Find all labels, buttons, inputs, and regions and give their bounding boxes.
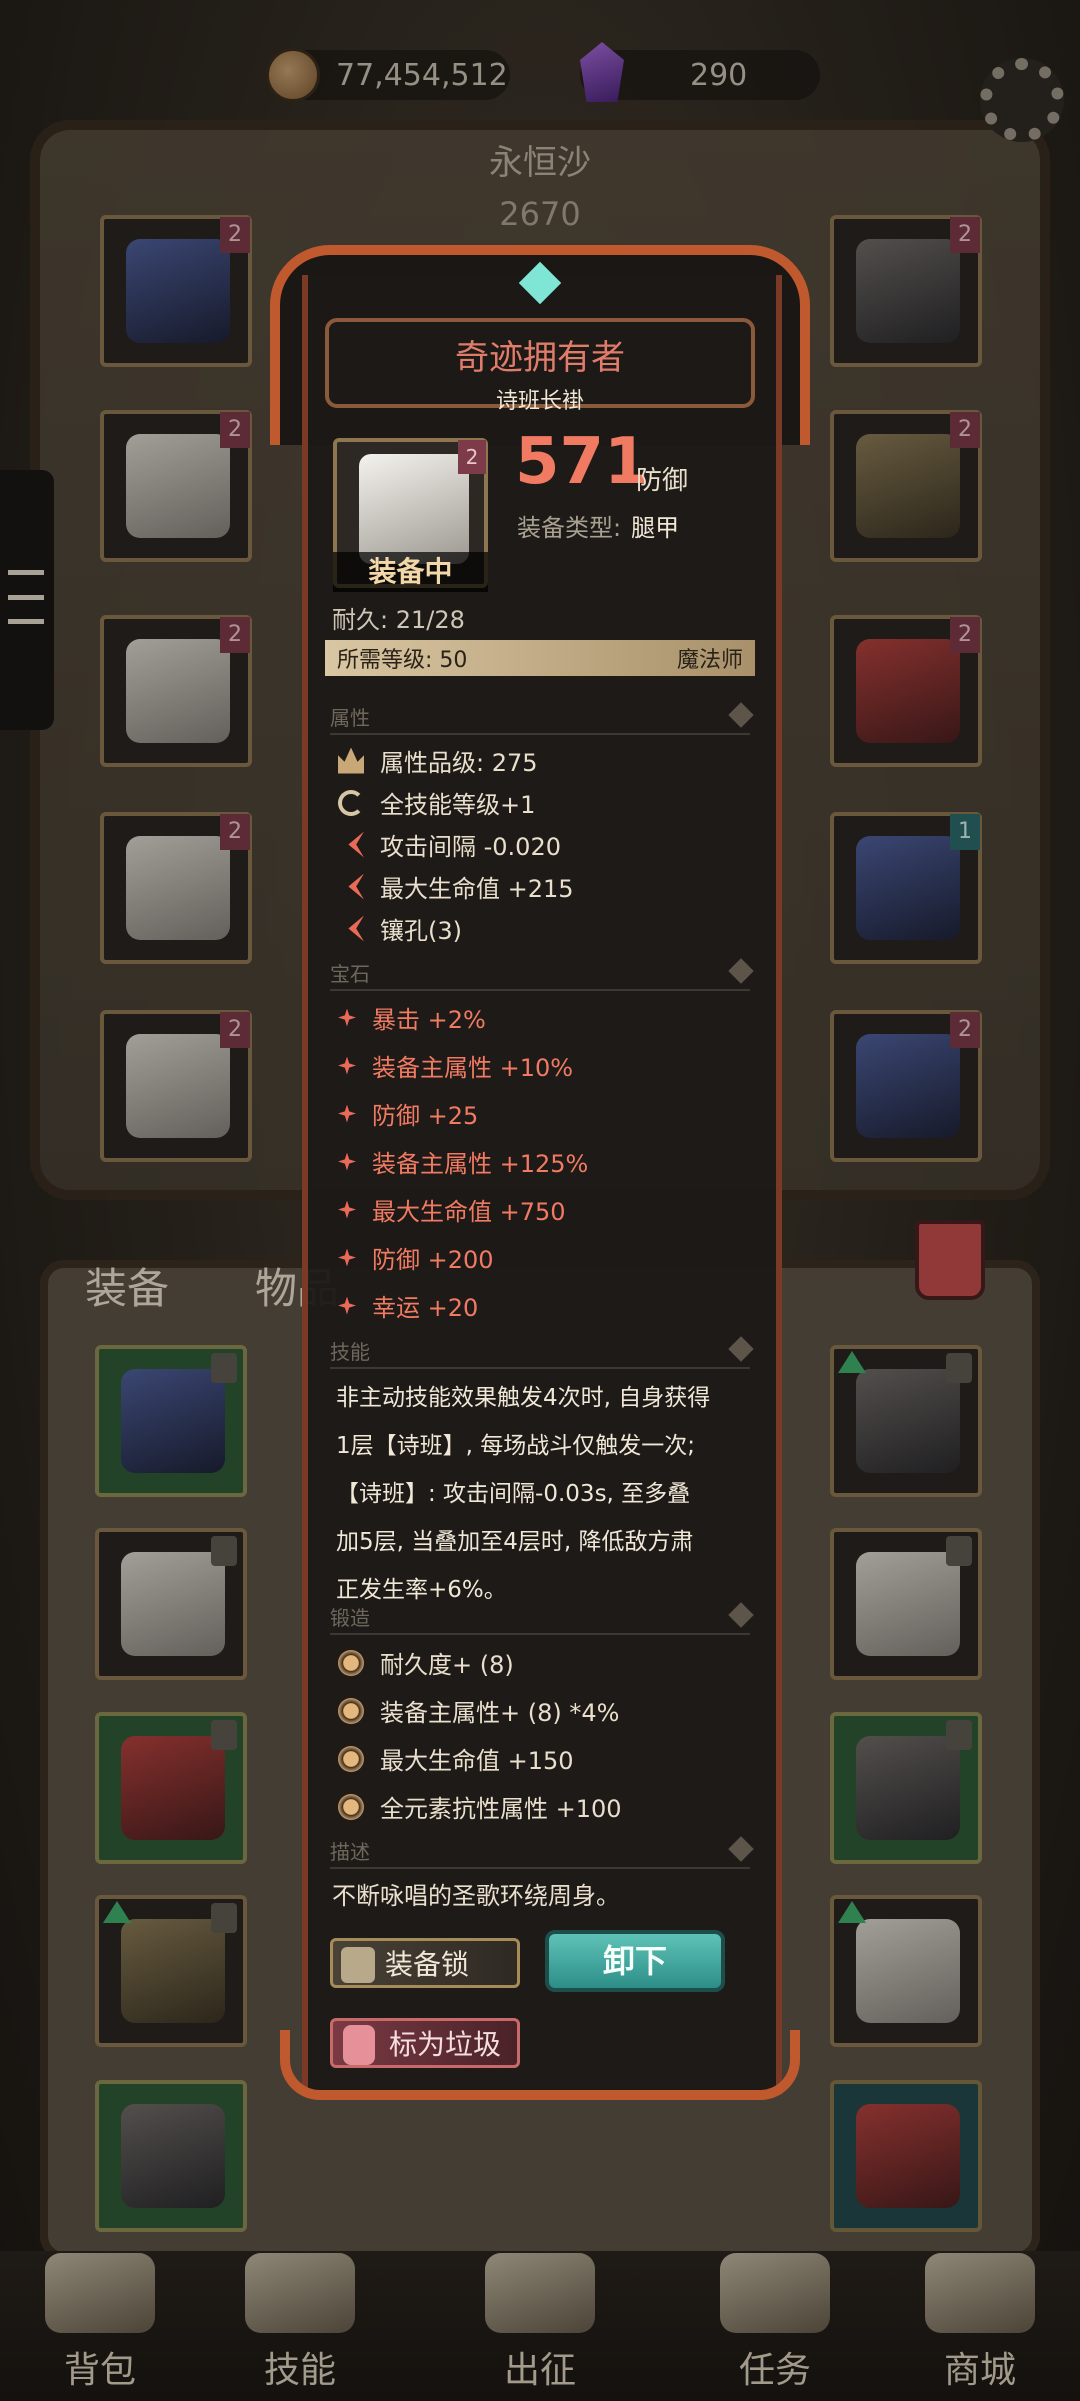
gem-row: 防御 +200	[338, 1240, 494, 1275]
equip-type: 装备类型: 腿甲	[517, 514, 680, 542]
item-name: 诗班长褂	[495, 389, 584, 414]
equip-lock-button[interactable]: 装备锁	[330, 1938, 520, 1988]
crown-icon	[338, 747, 364, 774]
forge-dot-icon	[338, 1745, 364, 1772]
star-icon	[338, 1296, 356, 1315]
section-skills: 技能	[330, 1336, 750, 1369]
durability: 耐久: 21/28	[332, 606, 465, 634]
section-description: 描述	[330, 1836, 750, 1869]
required-class: 魔法师	[676, 648, 743, 673]
leg-armor-icon	[359, 454, 469, 564]
junk-tag-icon	[343, 2025, 375, 2065]
forge-row: 最大生命值 +150	[338, 1741, 574, 1776]
arrow-icon	[348, 831, 364, 858]
item-tier-badge: 2	[458, 440, 486, 474]
star-icon	[338, 1104, 356, 1123]
mark-junk-button[interactable]: 标为垃圾	[330, 2018, 520, 2068]
section-forge: 锻造	[330, 1602, 750, 1635]
star-icon	[338, 1056, 356, 1075]
defense-value: 571	[515, 425, 649, 499]
forge-dot-icon	[338, 1697, 364, 1724]
item-flavor-text: 不断咏唱的圣歌环绕周身。	[332, 1882, 620, 1910]
requirement-bar: 所需等级: 50 魔法师	[325, 640, 755, 676]
gem-row: 幸运 +20	[338, 1288, 478, 1323]
defense-label: 防御	[636, 466, 689, 496]
attr-row: 属性品级: 275	[338, 743, 538, 778]
gem-row: 暴击 +2%	[338, 1000, 486, 1035]
section-attributes: 属性	[330, 702, 750, 735]
attr-row: 全技能等级+1	[338, 785, 535, 820]
padlock-icon	[341, 1947, 375, 1983]
gem-row: 最大生命值 +750	[338, 1192, 566, 1227]
star-icon	[338, 1200, 356, 1219]
forge-dot-icon	[338, 1649, 364, 1676]
gem-row: 防御 +25	[338, 1096, 478, 1131]
star-icon	[338, 1248, 356, 1267]
required-level: 所需等级: 50	[337, 648, 468, 673]
gem-row: 装备主属性 +10%	[338, 1048, 573, 1083]
forge-row: 装备主属性+ (8) *4%	[338, 1693, 619, 1728]
item-title: 奇迹拥有者	[455, 338, 625, 378]
forge-row: 全元素抗性属性 +100	[338, 1789, 622, 1824]
unequip-button[interactable]: 卸下	[545, 1930, 725, 1992]
star-icon	[338, 1008, 356, 1027]
attr-row: 攻击间隔 -0.020	[338, 827, 561, 862]
gem-row: 装备主属性 +125%	[338, 1144, 588, 1179]
arrow-icon	[348, 873, 364, 900]
equipped-badge: 装备中	[333, 552, 488, 592]
skill-description: 非主动技能效果触发4次时, 自身获得 1层【诗班】, 每场战斗仅触发一次; 【诗…	[336, 1385, 711, 1603]
tooltip-banner: 奇迹拥有者 诗班长褂	[325, 318, 755, 414]
attr-row: 最大生命值 +215	[338, 869, 574, 904]
forge-dot-icon	[338, 1793, 364, 1820]
forge-row: 耐久度+ (8)	[338, 1645, 514, 1680]
section-gems: 宝石	[330, 958, 750, 991]
arrow-icon	[348, 915, 364, 942]
attr-row: 镶孔(3)	[338, 911, 462, 946]
cycle-icon	[338, 789, 364, 816]
star-icon	[338, 1152, 356, 1171]
